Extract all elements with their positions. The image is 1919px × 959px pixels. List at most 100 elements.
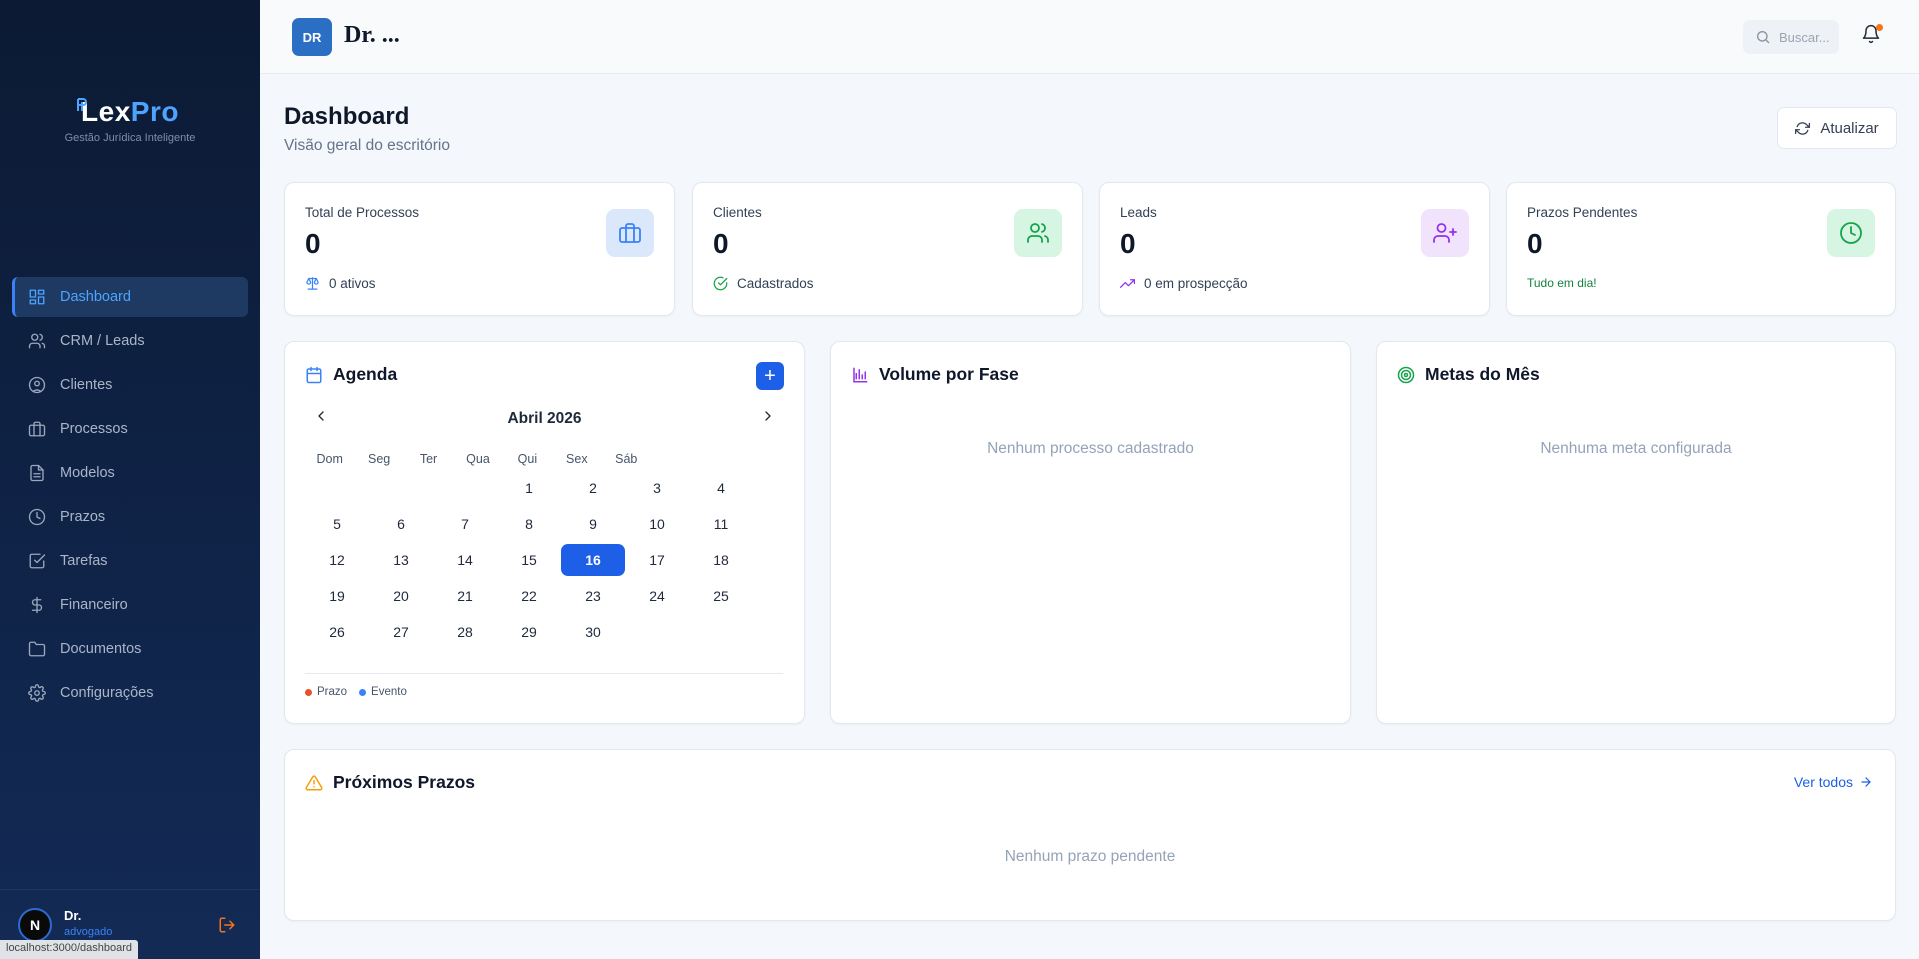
- view-all-link[interactable]: Ver todos: [1794, 774, 1873, 790]
- calendar-day[interactable]: 28: [433, 614, 497, 650]
- volume-title: Volume por Fase: [851, 364, 1019, 385]
- gear-icon: [28, 684, 46, 702]
- user-badge[interactable]: DR: [292, 18, 332, 56]
- add-event-button[interactable]: +: [756, 362, 784, 390]
- calendar-day[interactable]: 14: [433, 542, 497, 578]
- sidebar-item-crm-leads[interactable]: CRM / Leads: [12, 321, 248, 361]
- stat-icon-box: [1421, 209, 1469, 257]
- calendar-day[interactable]: 21: [433, 578, 497, 614]
- calendar-day[interactable]: 26: [305, 614, 369, 650]
- calendar-day[interactable]: 15: [497, 542, 561, 578]
- sidebar-item-label: Prazos: [60, 509, 106, 525]
- calendar-day[interactable]: 25: [689, 578, 753, 614]
- agenda-title-text: Agenda: [333, 364, 398, 384]
- calendar-day[interactable]: 3: [625, 470, 689, 506]
- user-name: Dr.: [64, 908, 82, 923]
- sidebar-item-tarefas[interactable]: Tarefas: [12, 541, 248, 581]
- calendar-grid: Dom Seg Ter Qua Qui Sex Sáb 1 2 3 4 5 6 7 8 9 10 11 12 13 14…: [305, 450, 729, 650]
- stat-icon-box: [1014, 209, 1062, 257]
- sidebar-item-dashboard[interactable]: Dashboard: [12, 277, 248, 317]
- calendar-day[interactable]: 11: [689, 506, 753, 542]
- sidebar-item-prazos[interactable]: Prazos: [12, 497, 248, 537]
- calendar-weekday: Qua: [466, 452, 490, 466]
- calendar-legend: Prazo Evento: [305, 673, 783, 698]
- stat-card-processos[interactable]: Total de Processos 0 0 ativos: [284, 182, 675, 316]
- stat-label: Prazos Pendentes: [1527, 205, 1638, 220]
- stat-foot: 0 em prospecção: [1120, 276, 1248, 291]
- target-icon: [1397, 366, 1415, 383]
- calendar-day-number: 24: [649, 588, 665, 604]
- calendar-day[interactable]: 4: [689, 470, 753, 506]
- calendar-day[interactable]: 18: [689, 542, 753, 578]
- refresh-icon: [1795, 121, 1811, 135]
- calendar-day[interactable]: 6: [369, 506, 433, 542]
- agenda-card: Agenda + Abril 2026 Dom Seg Ter Qua Qui Sex Sá…: [284, 341, 805, 724]
- stat-card-leads[interactable]: Leads 0 0 em prospecção: [1099, 182, 1490, 316]
- calendar-day[interactable]: 1: [497, 470, 561, 506]
- refresh-button[interactable]: Atualizar: [1777, 107, 1897, 149]
- calendar-day-number: 16: [561, 544, 625, 576]
- volume-card: Volume por Fase Nenhum processo cadastra…: [830, 341, 1351, 724]
- sidebar-item-configuracoes[interactable]: Configurações: [12, 673, 248, 713]
- calendar-day[interactable]: 12: [305, 542, 369, 578]
- calendar-day-number: 25: [713, 588, 729, 604]
- volume-title-text: Volume por Fase: [879, 364, 1019, 384]
- stat-card-prazos[interactable]: Prazos Pendentes 0 Tudo em dia!: [1506, 182, 1896, 316]
- next-month-button[interactable]: [760, 408, 780, 428]
- sidebar-item-financeiro[interactable]: Financeiro: [12, 585, 248, 625]
- page-title: Dashboard: [284, 103, 410, 130]
- legend-label: Prazo: [317, 686, 348, 698]
- sidebar-item-modelos[interactable]: Modelos: [12, 453, 248, 493]
- stat-card-clientes[interactable]: Clientes 0 Cadastrados: [692, 182, 1083, 316]
- logout-icon[interactable]: [218, 916, 236, 934]
- calendar-day-number: 6: [397, 516, 405, 532]
- calendar-day-today[interactable]: 16: [561, 542, 625, 578]
- calendar-day[interactable]: 5: [305, 506, 369, 542]
- volume-empty-message: Nenhum processo cadastrado: [987, 440, 1194, 457]
- avatar[interactable]: N: [18, 908, 52, 942]
- sidebar-nav: Dashboard CRM / Leads Clientes Processos…: [12, 277, 248, 717]
- sidebar-item-documentos[interactable]: Documentos: [12, 629, 248, 669]
- calendar-day[interactable]: 20: [369, 578, 433, 614]
- search-box[interactable]: [1743, 20, 1839, 54]
- sidebar-item-clientes[interactable]: Clientes: [12, 365, 248, 405]
- calendar-day-number: 18: [713, 552, 729, 568]
- calendar-day-number: 23: [585, 588, 601, 604]
- stat-label: Total de Processos: [305, 205, 420, 220]
- folder-icon: [28, 641, 46, 657]
- calendar-day[interactable]: 29: [497, 614, 561, 650]
- calendar-day-number: 3: [653, 480, 661, 496]
- logo-tagline: Gestão Jurídica Inteligente: [64, 132, 196, 144]
- logo[interactable]: LexPro Gestão Jurídica Inteligente: [0, 96, 260, 144]
- calendar-day[interactable]: 9: [561, 506, 625, 542]
- stat-foot-text: Cadastrados: [737, 276, 814, 291]
- calendar-day[interactable]: 22: [497, 578, 561, 614]
- sidebar-item-processos[interactable]: Processos: [12, 409, 248, 449]
- calendar-day[interactable]: 19: [305, 578, 369, 614]
- stat-foot-text: 0 em prospecção: [1144, 276, 1248, 291]
- calendar-day[interactable]: 2: [561, 470, 625, 506]
- calendar-day[interactable]: 30: [561, 614, 625, 650]
- calendar-weekday: Seg: [368, 452, 391, 466]
- users-icon: [28, 333, 46, 349]
- search-input[interactable]: [1779, 29, 1839, 45]
- calendar-day[interactable]: 17: [625, 542, 689, 578]
- calendar-day[interactable]: 27: [369, 614, 433, 650]
- trending-up-icon: [1120, 279, 1135, 288]
- calendar-day-number: [369, 472, 433, 504]
- calendar-day[interactable]: 10: [625, 506, 689, 542]
- calendar-day[interactable]: 13: [369, 542, 433, 578]
- calendar-day[interactable]: 8: [497, 506, 561, 542]
- clock-icon: [28, 508, 46, 526]
- scale-icon: [306, 277, 319, 290]
- calendar-day-number: 14: [457, 552, 473, 568]
- calendar-day-empty: [369, 470, 433, 506]
- calendar-day[interactable]: 23: [561, 578, 625, 614]
- stat-value: 0: [1527, 228, 1543, 259]
- calendar-day-number: 22: [521, 588, 537, 604]
- stat-foot-text: 0 ativos: [329, 276, 376, 291]
- notifications-button[interactable]: [1861, 24, 1883, 48]
- calendar-day[interactable]: 24: [625, 578, 689, 614]
- stat-value: 0: [713, 228, 729, 259]
- calendar-day[interactable]: 7: [433, 506, 497, 542]
